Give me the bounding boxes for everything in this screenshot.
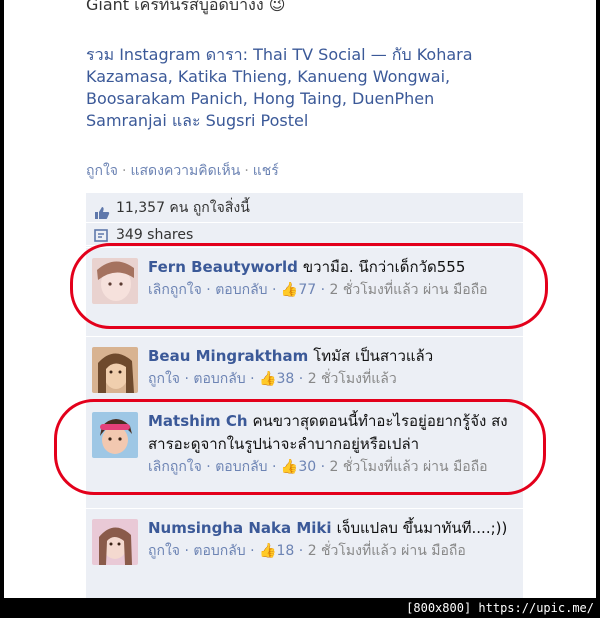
- shares-summary[interactable]: 349 shares: [86, 224, 523, 246]
- comment-text: ขวามือ. นึกว่าเด็กวัด555: [302, 258, 466, 276]
- separator: ·: [244, 163, 249, 179]
- avatar[interactable]: [92, 412, 138, 458]
- commenter-name[interactable]: Beau Mingraktham: [148, 347, 308, 365]
- comment-likes[interactable]: 👍77: [281, 282, 316, 298]
- comment-time[interactable]: 2 ชั่วโมงที่แล้ว ผ่าน มือถือ: [308, 543, 466, 559]
- post-actions: ถูกใจ · แสดงความคิดเห็น · แชร์: [86, 160, 279, 182]
- reply-link[interactable]: ตอบกลับ: [215, 459, 267, 475]
- share-icon: [94, 228, 110, 245]
- comment-item: Beau Mingraktham โทมัส เป็นสาวแล้ว ถูกใจ …: [86, 336, 523, 400]
- comment-likes[interactable]: 👍30: [281, 459, 316, 475]
- shares-count: 349 shares: [116, 227, 194, 243]
- comment-item: Matshim Ch คนขวาสุดตอนนี้ทำอะไรอยู่อยากรู…: [86, 401, 523, 507]
- feedback-box: 11,357 คน ถูกใจสิ่งนี้ 349 shares Fern B…: [86, 193, 523, 598]
- separator: ·: [122, 163, 127, 179]
- comment-likes[interactable]: 👍38: [259, 371, 294, 387]
- avatar[interactable]: [92, 258, 138, 304]
- comment-meta: เลิกถูกใจ · ตอบกลับ · 👍77 · 2 ชั่วโมงที่…: [148, 282, 488, 298]
- commenter-name[interactable]: Fern Beautyworld: [148, 258, 298, 276]
- comment-time[interactable]: 2 ชั่วโมงที่แล้ว: [308, 371, 397, 387]
- thumbs-up-icon: 👍: [280, 282, 299, 298]
- unlike-link[interactable]: เลิกถูกใจ: [148, 459, 202, 475]
- comment-text: โทมัส เป็นสาวแล้ว: [313, 347, 434, 365]
- unlike-link[interactable]: เลิกถูกใจ: [148, 282, 202, 298]
- thumbs-up-icon: 👍: [259, 543, 277, 559]
- likes-count: 11,357 คน ถูกใจสิ่งนี้: [116, 200, 250, 216]
- post-text-top: Giant เครทิ่นรสบูอดบางง 😉: [86, 0, 286, 14]
- commenter-name[interactable]: Numsingha Naka Miki: [148, 519, 332, 537]
- like-link[interactable]: ถูกใจ: [148, 543, 180, 559]
- comment-body: Matshim Ch คนขวาสุดตอนนี้ทำอะไรอยู่อยากรู…: [148, 410, 518, 479]
- comment-body: Beau Mingraktham โทมัส เป็นสาวแล้ว ถูกใจ …: [148, 345, 518, 391]
- comment-body: Fern Beautyworld ขวามือ. นึกว่าเด็กวัด555…: [148, 256, 518, 302]
- likes-summary[interactable]: 11,357 คน ถูกใจสิ่งนี้: [86, 193, 523, 223]
- comment-item: Numsingha Naka Miki เจ็บแปลบ ขึ้นมาทันที.…: [86, 508, 523, 598]
- avatar[interactable]: [92, 347, 138, 393]
- comment-time[interactable]: 2 ชั่วโมงที่แล้ว ผ่าน มือถือ: [330, 282, 488, 298]
- comment-likes[interactable]: 👍18: [259, 543, 294, 559]
- avatar[interactable]: [92, 519, 138, 565]
- comment-time[interactable]: 2 ชั่วโมงที่แล้ว ผ่าน มือถือ: [330, 459, 488, 475]
- facebook-post-frame: Giant เครทิ่นรสบูอดบางง 😉 รวม Instagram …: [4, 0, 596, 598]
- reply-link[interactable]: ตอบกลับ: [193, 371, 245, 387]
- commenter-name[interactable]: Matshim Ch: [148, 412, 248, 430]
- thumbs-up-icon: 👍: [259, 371, 277, 387]
- comment-meta: ถูกใจ · ตอบกลับ · 👍38 · 2 ชั่วโมงที่แล้ว: [148, 371, 397, 387]
- watermark: [800x800] https://upic.me/: [406, 601, 594, 615]
- comment-text: เจ็บแปลบ ขึ้นมาทันที....;)): [336, 519, 508, 537]
- comment-meta: เลิกถูกใจ · ตอบกลับ · 👍30 · 2 ชั่วโมงที่…: [148, 459, 488, 475]
- reply-link[interactable]: ตอบกลับ: [193, 543, 245, 559]
- comment-meta: ถูกใจ · ตอบกลับ · 👍18 · 2 ชั่วโมงที่แล้ว…: [148, 543, 466, 559]
- like-link[interactable]: ถูกใจ: [148, 371, 180, 387]
- instagram-caption[interactable]: รวม Instagram ดารา: Thai TV Social — กับ…: [86, 44, 506, 132]
- comment-link[interactable]: แสดงความคิดเห็น: [130, 163, 240, 179]
- thumbs-up-icon: 👍: [280, 459, 299, 475]
- comment-body: Numsingha Naka Miki เจ็บแปลบ ขึ้นมาทันที.…: [148, 517, 518, 563]
- comment-item: Fern Beautyworld ขวามือ. นึกว่าเด็กวัด555…: [86, 247, 523, 335]
- share-link[interactable]: แชร์: [253, 163, 279, 179]
- like-link[interactable]: ถูกใจ: [86, 163, 118, 179]
- reply-link[interactable]: ตอบกลับ: [215, 282, 267, 298]
